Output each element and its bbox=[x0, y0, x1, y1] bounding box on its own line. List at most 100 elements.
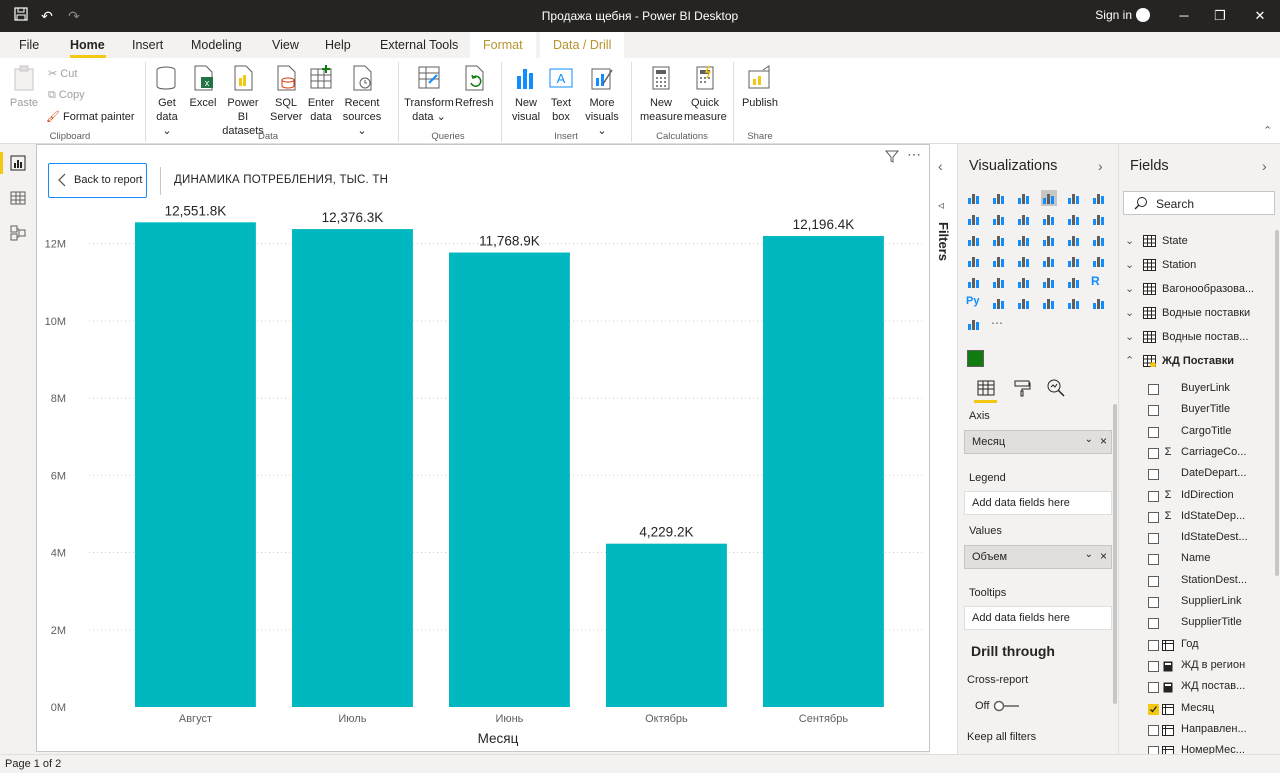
field-checkbox[interactable] bbox=[1148, 405, 1159, 417]
menu-help[interactable]: Help bbox=[325, 38, 351, 52]
area-chart-icon[interactable] bbox=[991, 211, 1007, 227]
power-apps-icon[interactable] bbox=[966, 316, 982, 332]
shape-map-icon[interactable] bbox=[1016, 253, 1032, 269]
clustered-bar-chart-icon[interactable] bbox=[1016, 190, 1032, 206]
chevron-down-icon[interactable]: ⌄ bbox=[1085, 549, 1093, 560]
r-script-visual-icon[interactable]: R bbox=[1091, 274, 1107, 290]
paste-button[interactable]: Paste bbox=[9, 64, 39, 110]
new-measure-button[interactable]: New measure bbox=[640, 64, 683, 124]
get-data-button[interactable]: Get data ⌄ bbox=[151, 64, 183, 138]
100-stacked-bar-chart-icon[interactable] bbox=[1066, 190, 1082, 206]
waterfall-chart-icon[interactable] bbox=[966, 232, 982, 248]
user-avatar[interactable] bbox=[1136, 8, 1150, 22]
table-visual-icon[interactable] bbox=[1041, 274, 1057, 290]
bar[interactable] bbox=[763, 236, 884, 708]
chevron-down-icon[interactable]: ⌄ bbox=[1125, 282, 1134, 295]
collapse-ribbon-icon[interactable]: ⌃ bbox=[1263, 124, 1272, 137]
excel-button[interactable]: x Excel bbox=[189, 64, 217, 110]
filled-map-icon[interactable] bbox=[991, 253, 1007, 269]
qa-visual-icon[interactable] bbox=[1041, 295, 1057, 311]
enter-data-button[interactable]: Enter data bbox=[307, 64, 335, 124]
collapse-visualizations-icon[interactable]: › bbox=[1098, 158, 1103, 174]
multi-row-card-icon[interactable] bbox=[966, 274, 982, 290]
bar[interactable] bbox=[135, 222, 256, 707]
treemap-icon[interactable] bbox=[1091, 232, 1107, 248]
field-checkbox[interactable] bbox=[1148, 682, 1159, 694]
cross-report-toggle[interactable]: Off bbox=[975, 700, 1019, 712]
transform-data-button[interactable]: Transform data ⌄ bbox=[404, 64, 454, 124]
sql-server-button[interactable]: SQL Server bbox=[270, 64, 302, 124]
menu-insert[interactable]: Insert bbox=[132, 38, 163, 52]
filters-pane[interactable]: ‹ ◃ Filters bbox=[930, 144, 958, 754]
field-checkbox[interactable] bbox=[1148, 597, 1159, 608]
line-chart-icon[interactable] bbox=[966, 211, 982, 227]
collapse-fields-icon[interactable]: › bbox=[1262, 158, 1267, 174]
cut-button[interactable]: ✂ Cut bbox=[48, 67, 77, 80]
axis-well[interactable]: Месяц ⌄ × bbox=[964, 430, 1112, 454]
field-checkbox[interactable] bbox=[1148, 575, 1159, 587]
custom-visual-icon[interactable] bbox=[967, 350, 984, 367]
more-options-icon[interactable]: ⋯ bbox=[907, 146, 921, 163]
pie-chart-icon[interactable] bbox=[1041, 232, 1057, 248]
fields-scrollbar[interactable] bbox=[1275, 230, 1279, 576]
fields-search-input[interactable]: Search bbox=[1123, 191, 1275, 215]
field-checkbox[interactable] bbox=[1148, 511, 1159, 523]
filter-icon[interactable] bbox=[885, 149, 899, 163]
field-checkbox[interactable] bbox=[1148, 703, 1159, 715]
format-painter-button[interactable]: 🖌 Format painter bbox=[46, 110, 135, 123]
field-checkbox[interactable] bbox=[1148, 660, 1159, 672]
field-checkbox[interactable] bbox=[1148, 426, 1159, 438]
bar[interactable] bbox=[606, 543, 727, 707]
field-checkbox[interactable] bbox=[1148, 490, 1159, 502]
map-icon[interactable] bbox=[966, 253, 982, 269]
refresh-button[interactable]: Refresh bbox=[455, 64, 494, 110]
smart-narrative-icon[interactable] bbox=[1066, 295, 1082, 311]
more-visuals-ellipsis-icon[interactable]: ⋯ bbox=[991, 316, 1007, 332]
data-view-icon[interactable] bbox=[9, 189, 27, 207]
field-checkbox[interactable] bbox=[1148, 533, 1159, 545]
format-paint-roller-icon[interactable] bbox=[1012, 378, 1032, 398]
analytics-magnifier-icon[interactable] bbox=[1046, 378, 1066, 398]
report-view-icon[interactable] bbox=[9, 154, 27, 172]
100-stacked-column-chart-icon[interactable] bbox=[1091, 190, 1107, 206]
new-visual-button[interactable]: New visual bbox=[511, 64, 541, 124]
card-icon[interactable] bbox=[1091, 253, 1107, 269]
clustered-column-chart-icon[interactable] bbox=[1041, 190, 1057, 206]
menu-data-drill[interactable]: Data / Drill bbox=[540, 32, 625, 60]
bar[interactable] bbox=[292, 229, 413, 707]
kpi-icon[interactable] bbox=[991, 274, 1007, 290]
azure-map-icon[interactable] bbox=[1041, 253, 1057, 269]
menu-file[interactable]: File bbox=[19, 38, 39, 52]
menu-view[interactable]: View bbox=[272, 38, 299, 52]
legend-well[interactable]: Add data fields here bbox=[964, 491, 1112, 515]
chevron-down-icon[interactable]: ⌄ bbox=[1125, 234, 1134, 247]
field-checkbox[interactable] bbox=[1148, 618, 1159, 630]
tooltips-well[interactable]: Add data fields here bbox=[964, 606, 1112, 630]
field-checkbox[interactable] bbox=[1148, 724, 1159, 736]
line-clustered-column-chart-icon[interactable] bbox=[1041, 211, 1057, 227]
stacked-column-chart-icon[interactable] bbox=[991, 190, 1007, 206]
text-box-button[interactable]: A Text box bbox=[547, 64, 575, 124]
stacked-area-chart-icon[interactable] bbox=[1016, 211, 1032, 227]
publish-button[interactable]: Publish bbox=[741, 64, 779, 110]
menu-format[interactable]: Format bbox=[470, 32, 536, 60]
scatter-chart-icon[interactable] bbox=[1016, 232, 1032, 248]
values-well[interactable]: Объем ⌄ × bbox=[964, 545, 1112, 569]
chevron-down-icon[interactable]: ⌄ bbox=[1085, 434, 1093, 445]
field-checkbox[interactable] bbox=[1148, 554, 1159, 566]
field-checkbox[interactable] bbox=[1148, 447, 1159, 459]
slicer-icon[interactable] bbox=[1016, 274, 1032, 290]
copy-button[interactable]: ⧉ Copy bbox=[48, 89, 85, 102]
field-checkbox[interactable] bbox=[1148, 384, 1159, 395]
gauge-icon[interactable] bbox=[1066, 253, 1082, 269]
remove-field-icon[interactable]: × bbox=[1100, 434, 1107, 448]
expand-filters-icon[interactable]: ‹ bbox=[938, 158, 943, 174]
menu-home[interactable]: Home bbox=[70, 38, 105, 52]
matrix-visual-icon[interactable] bbox=[1066, 274, 1082, 290]
field-checkbox[interactable] bbox=[1148, 469, 1159, 481]
line-stacked-column-chart-icon[interactable] bbox=[1066, 211, 1082, 227]
quick-measure-button[interactable]: Quick measure bbox=[684, 64, 727, 124]
paginated-report-icon[interactable] bbox=[1091, 295, 1107, 311]
menu-modeling[interactable]: Modeling bbox=[191, 38, 242, 52]
chevron-down-icon[interactable]: ⌄ bbox=[1125, 258, 1134, 271]
